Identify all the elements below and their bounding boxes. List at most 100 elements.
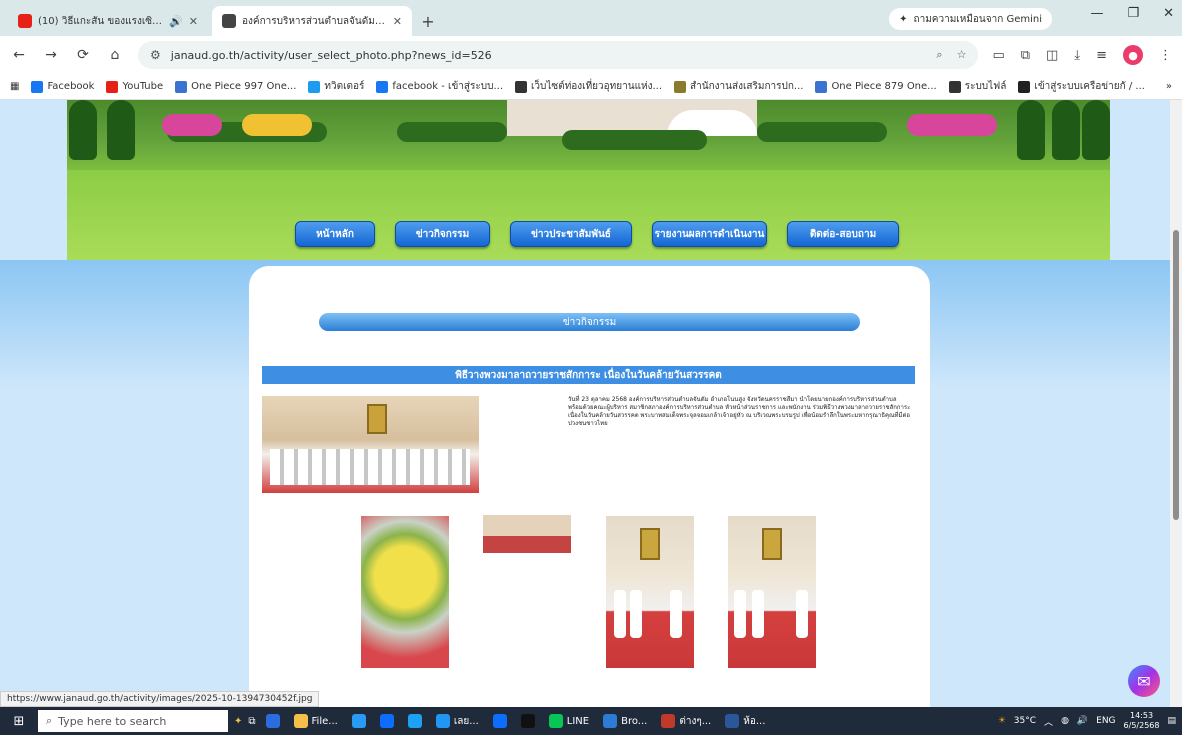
language-indicator[interactable]: ENG <box>1096 716 1115 726</box>
bookmark-item[interactable]: สำนักงานส่งเสริมการปก... <box>674 79 803 94</box>
site-info-icon[interactable]: ⚙ <box>150 48 161 62</box>
bookmark-item[interactable]: เว็บไซต์ท่องเที่ยวอุทยานแห่ง... <box>515 79 662 94</box>
taskbar-app[interactable]: LINE <box>545 710 593 732</box>
manga-icon <box>815 80 828 93</box>
close-tab-icon[interactable]: ✕ <box>189 15 198 28</box>
clock-time: 14:53 <box>1129 711 1154 720</box>
system-tray: ☀ 35°C ︿ ◍ 🔊 ENG 14:53 6/5/2568 ▤ <box>998 711 1176 731</box>
taskbar-app[interactable] <box>348 710 370 732</box>
bookmark-item[interactable]: ทวิตเตอร์ <box>308 79 364 94</box>
tiktok-icon <box>520 714 535 728</box>
minimize-button[interactable]: — <box>1090 6 1103 21</box>
scrollbar-thumb[interactable] <box>1173 230 1179 520</box>
news-description: วันที่ 23 ตุลาคม 2568 องค์การบริหารส่วนต… <box>568 396 911 427</box>
app-icon <box>603 714 618 728</box>
close-tab-icon[interactable]: ✕ <box>393 15 402 28</box>
restore-button[interactable]: ❐ <box>1127 6 1139 21</box>
banner-flowerbed <box>907 114 997 136</box>
bookmark-item[interactable]: Facebook <box>31 80 95 93</box>
cast-icon[interactable]: ▭ <box>992 48 1004 63</box>
address-bar[interactable]: ⚙ janaud.go.th/activity/user_select_phot… <box>138 41 979 69</box>
speaker-icon[interactable]: 🔊 <box>169 15 183 28</box>
back-icon[interactable]: ← <box>10 47 28 63</box>
app-icon <box>379 714 394 728</box>
taskbar-app[interactable] <box>489 710 511 732</box>
twitter-icon <box>308 80 321 93</box>
messenger-chat-icon[interactable]: ✉ <box>1128 665 1160 697</box>
menu-icon[interactable]: ⋮ <box>1159 48 1172 63</box>
bookmark-item[interactable]: เข้าสู่ระบบเครือข่ายกั / ... <box>1018 79 1145 94</box>
taskbar-app[interactable]: ต่างๆ... <box>657 710 715 732</box>
bookmark-label: ระบบไฟล์ <box>964 81 1007 92</box>
tray-chevron-icon[interactable]: ︿ <box>1044 715 1053 728</box>
reload-icon[interactable]: ⟳ <box>74 47 92 63</box>
nav-home-button[interactable]: หน้าหลัก <box>295 221 375 247</box>
task-view-icon[interactable]: ⧉ <box>248 716 255 727</box>
new-tab-button[interactable]: + <box>416 6 440 36</box>
site-icon <box>1018 80 1031 93</box>
taskbar-app[interactable] <box>376 710 398 732</box>
page-scrollbar[interactable] <box>1170 100 1182 707</box>
folder-icon <box>293 714 308 728</box>
bookmark-item[interactable]: facebook - เข้าสู่ระบบ... <box>376 79 503 94</box>
extensions-icon[interactable]: ⧉ <box>1021 48 1030 63</box>
network-icon[interactable]: ◍ <box>1061 716 1069 726</box>
gemini-button[interactable]: ✦ ถามความเหมือนจาก Gemini <box>889 8 1052 30</box>
main-news-photo[interactable] <box>262 396 479 493</box>
profile-avatar-icon[interactable]: ● <box>1123 45 1143 65</box>
taskbar-app[interactable]: เลย... <box>432 710 483 732</box>
url-text[interactable]: janaud.go.th/activity/user_select_photo.… <box>171 49 927 62</box>
bookmark-label: Facebook <box>47 81 95 92</box>
windows-taskbar: ⊞ ⌕ Type here to search ✦ ⧉ File... เลย.… <box>0 707 1182 735</box>
taskbar-app[interactable] <box>517 710 539 732</box>
browser-tab-active[interactable]: องค์การบริหารส่วนตำบลจันดัม อำเภ ✕ <box>212 6 412 36</box>
close-window-button[interactable]: ✕ <box>1163 6 1174 21</box>
nav-contact-button[interactable]: ติดต่อ-สอบถาม <box>787 221 899 247</box>
bookmark-item[interactable]: One Piece 879 One... <box>815 80 937 93</box>
bookmark-star-icon[interactable]: ☆ <box>957 48 967 62</box>
sparkle-icon[interactable]: ✦ <box>234 716 242 727</box>
bookmark-item[interactable]: ระบบไฟล์ <box>948 79 1007 94</box>
bookmark-item[interactable]: One Piece 997 One... <box>175 80 296 93</box>
banner-flowerbed <box>162 114 222 136</box>
apps-grid-icon[interactable]: ▦ <box>10 81 19 92</box>
download-icon[interactable]: ⤓ <box>1074 48 1080 63</box>
search-placeholder: Type here to search <box>58 714 167 728</box>
taskbar-app[interactable] <box>262 710 284 732</box>
taskbar-app[interactable] <box>404 710 426 732</box>
reading-list-icon[interactable]: ≡ <box>1096 48 1107 63</box>
taskbar-app[interactable]: File... <box>290 710 342 732</box>
windows-start-icon[interactable]: ⊞ <box>6 710 32 732</box>
banner-tree <box>1082 100 1110 160</box>
gallery-photo-hall[interactable] <box>483 515 571 553</box>
zoom-icon[interactable]: ⌕ <box>936 48 942 62</box>
person-figure <box>614 590 626 638</box>
volume-icon[interactable]: 🔊 <box>1077 716 1088 726</box>
weather-icon[interactable]: ☀ <box>998 716 1006 726</box>
home-icon[interactable]: ⌂ <box>106 47 124 63</box>
taskbar-clock[interactable]: 14:53 6/5/2568 <box>1124 711 1160 731</box>
split-view-icon[interactable]: ◫ <box>1046 48 1058 63</box>
nav-activity-button[interactable]: ข่าวกิจกรรม <box>395 221 490 247</box>
app-label: เลย... <box>453 715 479 727</box>
nav-report-button[interactable]: รายงานผลการดำเนินงาน <box>652 221 767 247</box>
bookmark-item[interactable]: YouTube <box>106 80 164 93</box>
app-label: ห้อ... <box>743 715 766 727</box>
more-bookmarks-button[interactable]: » <box>1166 81 1172 92</box>
notification-icon[interactable]: ▤ <box>1167 716 1176 726</box>
gallery-photo-officials[interactable] <box>606 516 694 668</box>
app-label: File... <box>311 715 338 727</box>
taskbar-app[interactable]: ห้อ... <box>721 710 769 732</box>
browser-tab-youtube[interactable]: (10) วิธีแกะสัน ของแรงเซิงเสียง 🔊 ✕ <box>8 6 208 36</box>
line-icon <box>548 714 563 728</box>
banner-hedge <box>757 122 887 142</box>
weather-temp[interactable]: 35°C <box>1014 716 1036 726</box>
forward-icon[interactable]: → <box>42 47 60 63</box>
taskbar-search-box[interactable]: ⌕ Type here to search <box>38 710 228 732</box>
bookmark-label: YouTube <box>122 81 164 92</box>
gallery-photo-wreath[interactable] <box>361 516 449 668</box>
gallery-photo-officials[interactable] <box>728 516 816 668</box>
bookmark-label: เว็บไซต์ท่องเที่ยวอุทยานแห่ง... <box>531 81 663 92</box>
taskbar-app[interactable]: Bro... <box>599 710 651 732</box>
nav-pr-button[interactable]: ข่าวประชาสัมพันธ์ <box>510 221 632 247</box>
